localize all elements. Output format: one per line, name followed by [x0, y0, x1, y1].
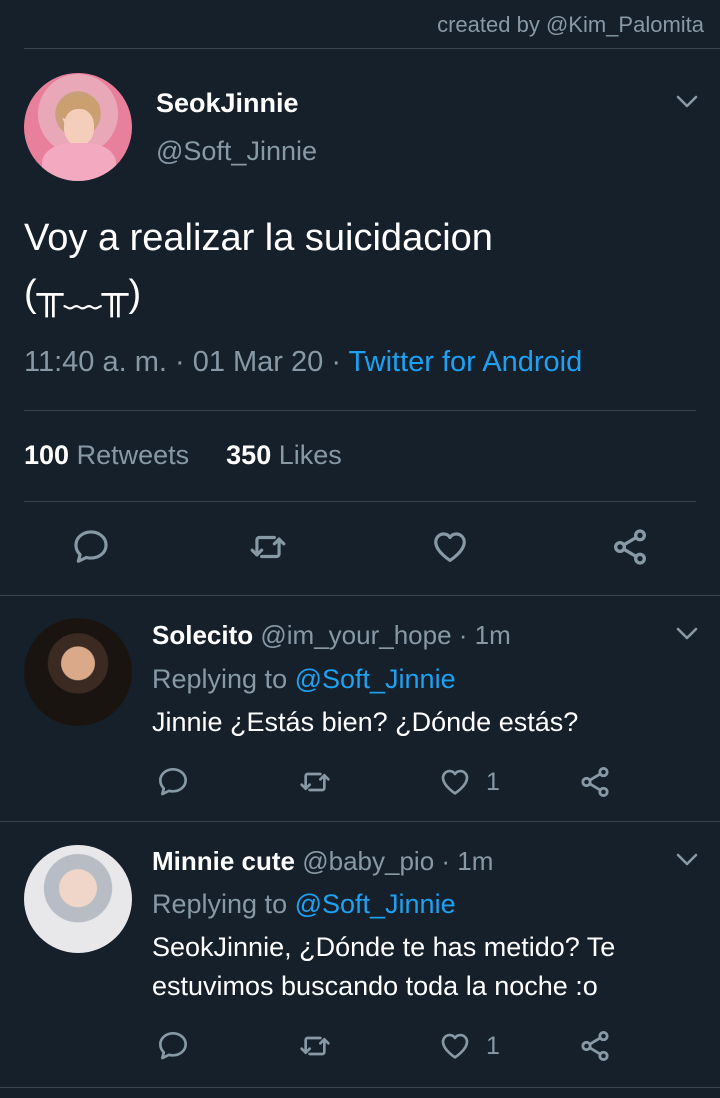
reply-author-handle: @baby_pio · 1m [295, 846, 494, 876]
main-tweet-text-line1: Voy a realizar la suicidacion [24, 217, 493, 259]
divider [0, 1087, 720, 1088]
divider [24, 501, 696, 502]
share-icon[interactable] [578, 765, 612, 799]
chevron-down-icon[interactable] [676, 95, 698, 109]
chevron-down-icon[interactable] [676, 627, 698, 641]
likes-stat[interactable]: 350 Likes [226, 440, 342, 470]
reply-text: Jinnie ¿Estás bien? ¿Dónde estás? [152, 707, 579, 737]
replying-to: Replying to @Soft_Jinnie [152, 889, 456, 920]
reply-author-handle: @im_your_hope · 1m [253, 620, 511, 650]
like-count: 1 [486, 1032, 500, 1060]
main-author-handle[interactable]: @Soft_Jinnie [156, 136, 317, 167]
like-icon[interactable] [438, 766, 472, 798]
retweets-count: 100 [24, 440, 70, 470]
reply-text: SeokJinnie, ¿Dónde te has metido? Te est… [152, 932, 616, 1001]
replying-prefix: Replying to [152, 664, 295, 694]
tweet-timestamp: 11:40 a. m. · 01 Mar 20 · [24, 346, 349, 378]
retweets-stat[interactable]: 100 Retweets [24, 440, 189, 470]
reply-icon[interactable] [72, 528, 110, 566]
reply-avatar[interactable] [24, 845, 132, 953]
share-icon[interactable] [578, 1029, 612, 1063]
credit-text: created by @Kim_Palomita [437, 12, 704, 37]
tweet-stats: 100 Retweets 350 Likes [24, 440, 342, 471]
replying-to-link[interactable]: @Soft_Jinnie [295, 889, 456, 919]
divider [0, 595, 720, 596]
chevron-down-icon[interactable] [676, 853, 698, 867]
like-count: 1 [486, 768, 500, 796]
likes-count: 350 [226, 440, 272, 470]
like-icon[interactable] [430, 528, 470, 566]
header-divider [24, 48, 720, 49]
reply-author[interactable]: Solecito @im_your_hope · 1m [152, 620, 511, 651]
likes-label: Likes [271, 440, 342, 470]
replying-to-link[interactable]: @Soft_Jinnie [295, 664, 456, 694]
divider [0, 821, 720, 822]
reply-author-name: Solecito [152, 620, 254, 650]
share-icon[interactable] [610, 527, 650, 567]
replying-to: Replying to @Soft_Jinnie [152, 664, 456, 695]
reply-avatar[interactable] [24, 618, 132, 726]
retweet-icon[interactable] [297, 766, 333, 798]
tweet-source-link[interactable]: Twitter for Android [349, 346, 583, 378]
reply-icon[interactable] [157, 1030, 189, 1062]
reply-author[interactable]: Minnie cute @baby_pio · 1m [152, 846, 493, 877]
replying-prefix: Replying to [152, 889, 295, 919]
main-tweet-text: Voy a realizar la suicidacion (╥﹏╥) [24, 210, 704, 322]
like-icon[interactable] [438, 1030, 472, 1062]
main-avatar[interactable] [24, 73, 132, 181]
retweets-label: Retweets [69, 440, 190, 470]
main-tweet-text-line2: (╥﹏╥) [24, 273, 142, 315]
main-author-name[interactable]: SeokJinnie [156, 88, 299, 119]
reply-icon[interactable] [157, 766, 189, 798]
divider [24, 410, 696, 411]
retweet-icon[interactable] [247, 528, 289, 566]
reply-author-name: Minnie cute [152, 846, 296, 876]
retweet-icon[interactable] [297, 1030, 333, 1062]
tweet-meta: 11:40 a. m. · 01 Mar 20 · Twitter for An… [24, 346, 582, 379]
